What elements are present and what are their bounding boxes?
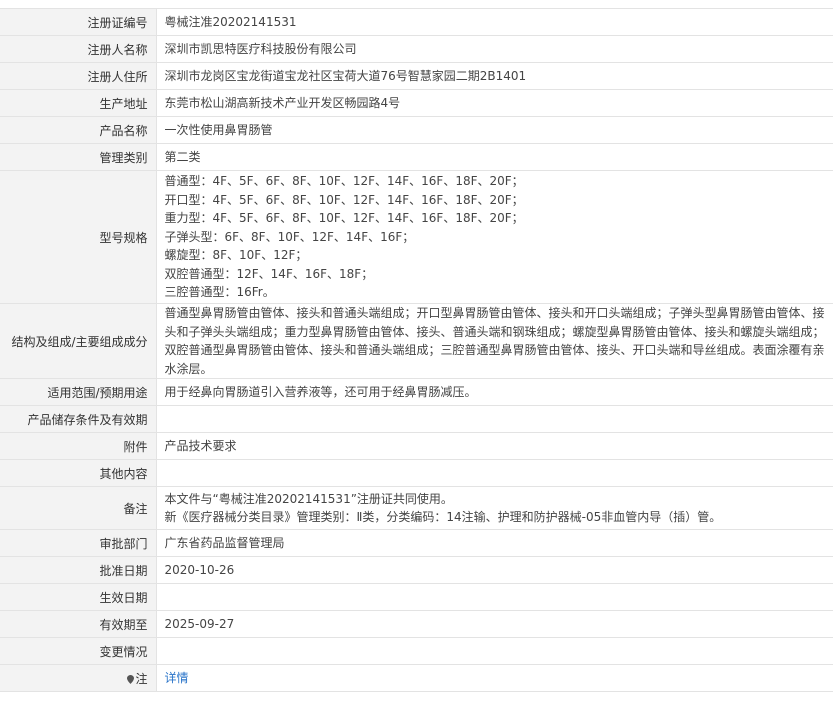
field-value: 产品技术要求 <box>156 432 833 460</box>
field-label: 管理类别 <box>0 143 157 171</box>
field-value: 详情 <box>156 664 833 692</box>
spec-line: 普通型：4F、5F、6F、8F、10F、12F、14F、16F、18F、20F； <box>164 174 524 189</box>
row-approval-date: 批准日期 2020-10-26 <box>0 556 833 584</box>
details-link[interactable]: 详情 <box>165 671 189 685</box>
field-value <box>156 405 833 433</box>
field-value <box>156 583 833 611</box>
field-label: 附件 <box>0 432 157 460</box>
row-structure-composition: 结构及组成/主要组成成分 普通型鼻胃肠管由管体、接头和普通头端组成；开口型鼻胃肠… <box>0 303 833 379</box>
row-attachment: 附件 产品技术要求 <box>0 432 833 460</box>
field-value: 深圳市凯思特医疗科技股份有限公司 <box>156 35 833 63</box>
remark-line: 新《医疗器械分类目录》管理类别：Ⅱ类，分类编码：14注输、护理和防护器械-05非… <box>164 510 722 524</box>
field-value <box>156 637 833 665</box>
row-registration-number: 注册证编号 粤械注准20202141531 <box>0 8 833 36</box>
row-expiry-date: 有效期至 2025-09-27 <box>0 610 833 638</box>
remark-line: 本文件与“粤械注准20202141531”注册证共同使用。 <box>164 491 453 506</box>
spec-line: 重力型：4F、5F、6F、8F、10F、12F、14F、16F、18F、20F； <box>164 211 524 226</box>
registration-detail-panel: 注册证编号 粤械注准20202141531 注册人名称 深圳市凯思特医疗科技股份… <box>0 8 833 692</box>
field-label: 适用范围/预期用途 <box>0 378 157 406</box>
row-storage-conditions: 产品储存条件及有效期 <box>0 405 833 433</box>
row-product-name: 产品名称 一次性使用鼻胃肠管 <box>0 116 833 144</box>
field-label: 生效日期 <box>0 583 157 611</box>
registration-table: 注册证编号 粤械注准20202141531 注册人名称 深圳市凯思特医疗科技股份… <box>0 8 833 692</box>
row-registrant-address: 注册人住所 深圳市龙岗区宝龙街道宝龙社区宝荷大道76号智慧家园二期2B1401 <box>0 62 833 90</box>
field-value: 深圳市龙岗区宝龙街道宝龙社区宝荷大道76号智慧家园二期2B1401 <box>156 62 833 90</box>
field-label: 生产地址 <box>0 89 157 117</box>
field-value: 用于经鼻向胃肠道引入营养液等，还可用于经鼻胃肠减压。 <box>156 378 833 406</box>
row-change-status: 变更情况 <box>0 637 833 665</box>
field-label: 注册证编号 <box>0 8 157 36</box>
field-label: 有效期至 <box>0 610 157 638</box>
footnote-label: 注 <box>135 671 148 686</box>
location-pin-icon <box>127 674 135 684</box>
field-value: 广东省药品监督管理局 <box>156 529 833 557</box>
row-management-category: 管理类别 第二类 <box>0 143 833 171</box>
field-value: 普通型鼻胃肠管由管体、接头和普通头端组成；开口型鼻胃肠管由管体、接头和开口头端组… <box>156 303 833 379</box>
row-remarks: 备注 本文件与“粤械注准20202141531”注册证共同使用。 新《医疗器械分… <box>0 486 833 530</box>
spec-line: 子弹头型：6F、8F、10F、12F、14F、16F； <box>164 229 415 244</box>
field-value: 2020-10-26 <box>156 556 833 584</box>
field-value: 第二类 <box>156 143 833 171</box>
field-label: 注 <box>0 664 157 692</box>
row-registrant-name: 注册人名称 深圳市凯思特医疗科技股份有限公司 <box>0 35 833 63</box>
row-production-address: 生产地址 东莞市松山湖高新技术产业开发区畅园路4号 <box>0 89 833 117</box>
field-label: 备注 <box>0 486 157 530</box>
field-label: 结构及组成/主要组成成分 <box>0 303 157 379</box>
field-value: 本文件与“粤械注准20202141531”注册证共同使用。 新《医疗器械分类目录… <box>156 486 833 530</box>
field-value: 一次性使用鼻胃肠管 <box>156 116 833 144</box>
field-label: 产品名称 <box>0 116 157 144</box>
field-value: 2025-09-27 <box>156 610 833 638</box>
row-model-specification: 型号规格 普通型：4F、5F、6F、8F、10F、12F、14F、16F、18F… <box>0 170 833 304</box>
spec-line: 双腔普通型：12F、14F、16F、18F； <box>164 266 374 281</box>
row-intended-use: 适用范围/预期用途 用于经鼻向胃肠道引入营养液等，还可用于经鼻胃肠减压。 <box>0 378 833 406</box>
spec-line: 三腔普通型：16Fr。 <box>164 285 275 300</box>
spec-line: 螺旋型：8F、10F、12F； <box>164 248 308 263</box>
row-footnote: 注 详情 <box>0 664 833 692</box>
field-value: 东莞市松山湖高新技术产业开发区畅园路4号 <box>156 89 833 117</box>
field-label: 审批部门 <box>0 529 157 557</box>
field-label: 变更情况 <box>0 637 157 665</box>
field-value: 粤械注准20202141531 <box>156 8 833 36</box>
field-value: 普通型：4F、5F、6F、8F、10F、12F、14F、16F、18F、20F；… <box>156 170 833 304</box>
field-label: 注册人住所 <box>0 62 157 90</box>
field-label: 其他内容 <box>0 459 157 487</box>
field-label: 产品储存条件及有效期 <box>0 405 157 433</box>
field-label: 注册人名称 <box>0 35 157 63</box>
field-label: 批准日期 <box>0 556 157 584</box>
row-approval-department: 审批部门 广东省药品监督管理局 <box>0 529 833 557</box>
spec-line: 开口型：4F、5F、6F、8F、10F、12F、14F、16F、18F、20F； <box>164 192 524 207</box>
field-label: 型号规格 <box>0 170 157 304</box>
row-other-content: 其他内容 <box>0 459 833 487</box>
row-effective-date: 生效日期 <box>0 583 833 611</box>
field-value <box>156 459 833 487</box>
